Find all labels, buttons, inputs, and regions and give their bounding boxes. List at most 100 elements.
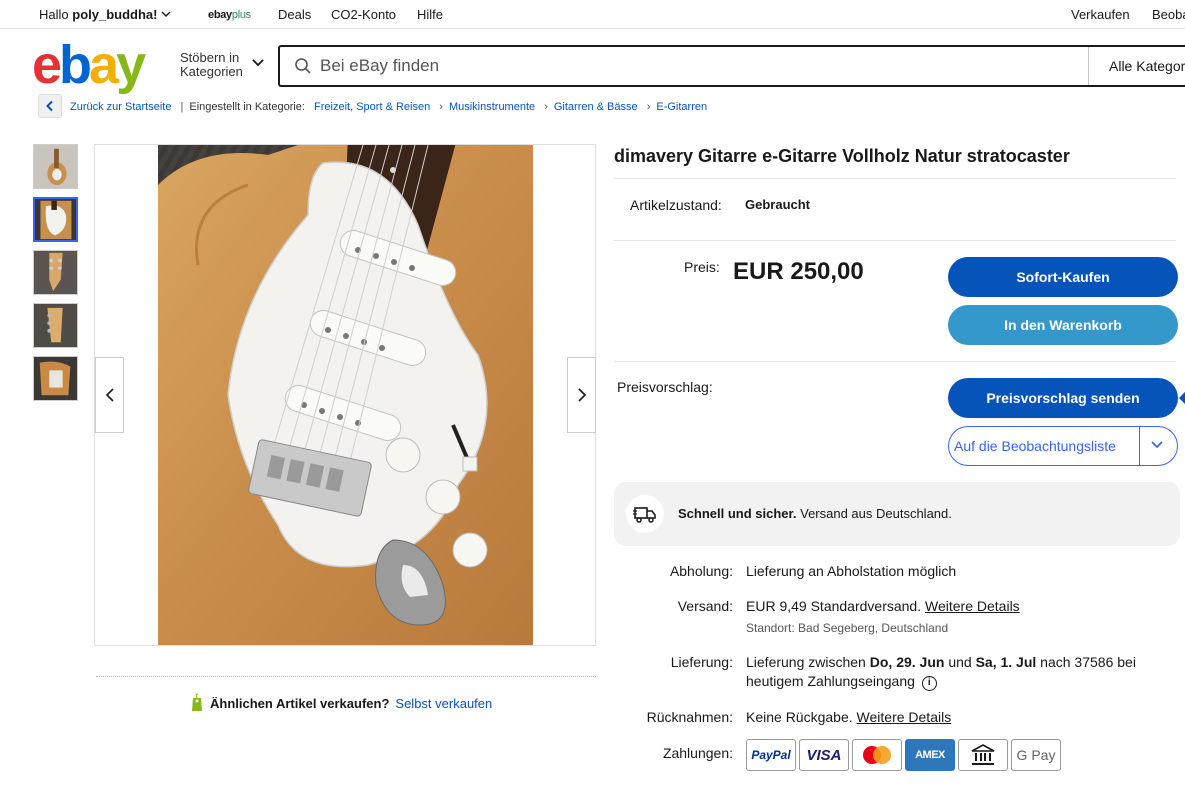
divider (0, 28, 1185, 29)
delivery-date-start: Do, 29. Jun (869, 654, 945, 670)
guitar-photo-thumbnail (35, 199, 76, 240)
chevron-left-icon (46, 100, 53, 112)
logo-letter: a (89, 35, 119, 95)
returns-value: Keine Rückgabe. Weitere Details (746, 709, 951, 725)
delivery-text: und (948, 654, 972, 670)
send-offer-button[interactable]: Preisvorschlag senden (948, 378, 1178, 418)
delivery-value: Lieferung zwischen Do, 29. Jun und Sa, 1… (746, 654, 1136, 670)
co2-account-link[interactable]: CO2-Konto (331, 7, 396, 22)
watchlist-link[interactable]: Beobac (1152, 7, 1185, 22)
info-icon[interactable]: i (921, 676, 937, 691)
shop-by-category-line1: Stöbern in (180, 50, 240, 65)
thumbnail-image[interactable] (33, 303, 78, 348)
shipping-info-box: Schnell und sicher. Versand aus Deutschl… (614, 482, 1180, 546)
thumbnail-image[interactable] (33, 250, 78, 295)
shop-by-category-button[interactable]: Stöbern in Kategorien (180, 51, 243, 79)
guitar-photo-thumbnail (34, 357, 77, 400)
shop-by-category-line2: Kategorien (180, 64, 243, 79)
thumbnail-image[interactable] (33, 144, 78, 189)
shipping-info-text: Schnell und sicher. Versand aus Deutschl… (678, 506, 952, 521)
chevron-right-icon: › (439, 101, 443, 113)
add-to-cart-button[interactable]: In den Warenkorb (948, 305, 1178, 345)
offer-pointer-icon (1179, 391, 1185, 405)
returns-label: Rücknahmen: (646, 709, 733, 725)
breadcrumb-item[interactable]: Musikinstrumente (449, 101, 535, 113)
divider (1139, 427, 1140, 465)
guitar-photo-thumbnail (34, 304, 77, 347)
buy-now-button[interactable]: Sofort-Kaufen (948, 257, 1178, 297)
bank-transfer-icon (958, 739, 1008, 771)
delivery-value-line2: heutigem Zahlungseingang i (746, 673, 937, 691)
watchlist-label: Auf die Beobachtungsliste (954, 438, 1116, 454)
logo-letter: e (32, 35, 62, 95)
ebayplus-ebay: ebay (208, 9, 232, 21)
main-product-image[interactable] (158, 145, 533, 645)
delivery-label: Lieferung: (670, 654, 733, 670)
separator: | (180, 101, 184, 113)
divider (614, 361, 1176, 362)
chevron-right-icon (577, 388, 586, 402)
shipping-details-link[interactable]: Weitere Details (925, 598, 1020, 614)
shipping-price: EUR 9,49 (746, 598, 807, 614)
next-image-button[interactable] (567, 357, 596, 433)
thumbnail-image-selected[interactable] (33, 197, 78, 242)
chevron-left-icon (105, 388, 114, 402)
paypal-payment-icon: PayPal (746, 739, 796, 771)
mastercard-payment-icon (852, 739, 902, 771)
shipping-label: Versand: (677, 598, 733, 614)
thumbnail-image[interactable] (33, 356, 78, 401)
breadcrumb-item[interactable]: Gitarren & Bässe (554, 101, 638, 113)
price-label: Preis: (684, 259, 720, 275)
guitar-photo-thumbnail (34, 251, 77, 294)
back-to-home-link[interactable]: Zurück zur Startseite (70, 101, 171, 113)
pickup-label: Abholung: (669, 563, 733, 579)
price-value: EUR 250,00 (733, 258, 864, 285)
listed-in-label: Eingestellt in Kategorie: (189, 101, 305, 113)
visa-payment-icon: VISA (799, 739, 849, 771)
returns-text: Keine Rückgabe. (746, 709, 853, 725)
ebay-logo[interactable]: ebay (32, 35, 146, 95)
deals-link[interactable]: Deals (278, 7, 311, 22)
top-bar: Hallo poly_buddha! ebayplus Deals CO2-Ko… (0, 0, 1185, 28)
chevron-down-icon (161, 11, 171, 17)
search-icon (295, 58, 311, 74)
chevron-right-icon: › (544, 101, 548, 113)
condition-value: Gebraucht (745, 197, 811, 212)
sell-link[interactable]: Verkaufen (1071, 7, 1130, 22)
previous-image-button[interactable] (95, 357, 124, 433)
chevron-down-icon (252, 59, 264, 67)
ebayplus-plus: plus (231, 9, 251, 21)
amex-payment-icon: AMEX (905, 739, 955, 771)
breadcrumb: Zurück zur Startseite | Eingestellt in Ka… (70, 101, 707, 113)
chevron-right-icon: › (646, 101, 651, 113)
shipping-info-origin: Versand aus Deutschland. (800, 506, 952, 521)
guitar-photo (158, 145, 533, 645)
greeting-prefix: Hallo (39, 7, 69, 22)
add-to-watchlist-button[interactable]: Auf die Beobachtungsliste (948, 426, 1178, 466)
breadcrumb-item[interactable]: Freizeit, Sport & Reisen (314, 101, 430, 113)
username: poly_buddha! (72, 7, 158, 22)
google-pay-icon: G Pay (1011, 739, 1061, 771)
sell-yourself-link[interactable]: Selbst verkaufen (395, 696, 492, 711)
back-button[interactable] (38, 94, 62, 118)
chevron-down-icon[interactable] (1150, 440, 1164, 450)
divider (96, 676, 596, 677)
delivery-text: nach 37586 bei (1040, 654, 1136, 670)
shipping-type: Standardversand. (810, 598, 922, 614)
greeting[interactable]: Hallo poly_buddha! (39, 7, 171, 22)
category-select[interactable]: Alle Kategorien (1088, 47, 1185, 85)
breadcrumb-item[interactable]: E-Gitarren (656, 101, 707, 113)
returns-details-link[interactable]: Weitere Details (857, 709, 952, 725)
ebayplus-link[interactable]: ebayplus (208, 9, 251, 21)
shipping-value: EUR 9,49 Standardversand. Weitere Detail… (746, 598, 1020, 614)
logo-letter: b (59, 35, 92, 95)
delivery-date-end: Sa, 1. Jul (975, 654, 1037, 670)
sell-similar: Ähnlichen Artikel verkaufen? Selbst verk… (190, 693, 492, 713)
item-location: Standort: Bad Segeberg, Deutschland (746, 621, 949, 635)
help-link[interactable]: Hilfe (417, 7, 443, 22)
main-image-frame (94, 144, 596, 646)
delivery-text: heutigem Zahlungseingang (746, 673, 915, 689)
guitar-photo-thumbnail (34, 145, 77, 188)
search-input[interactable] (320, 47, 1080, 85)
delivery-truck-icon (626, 495, 664, 533)
